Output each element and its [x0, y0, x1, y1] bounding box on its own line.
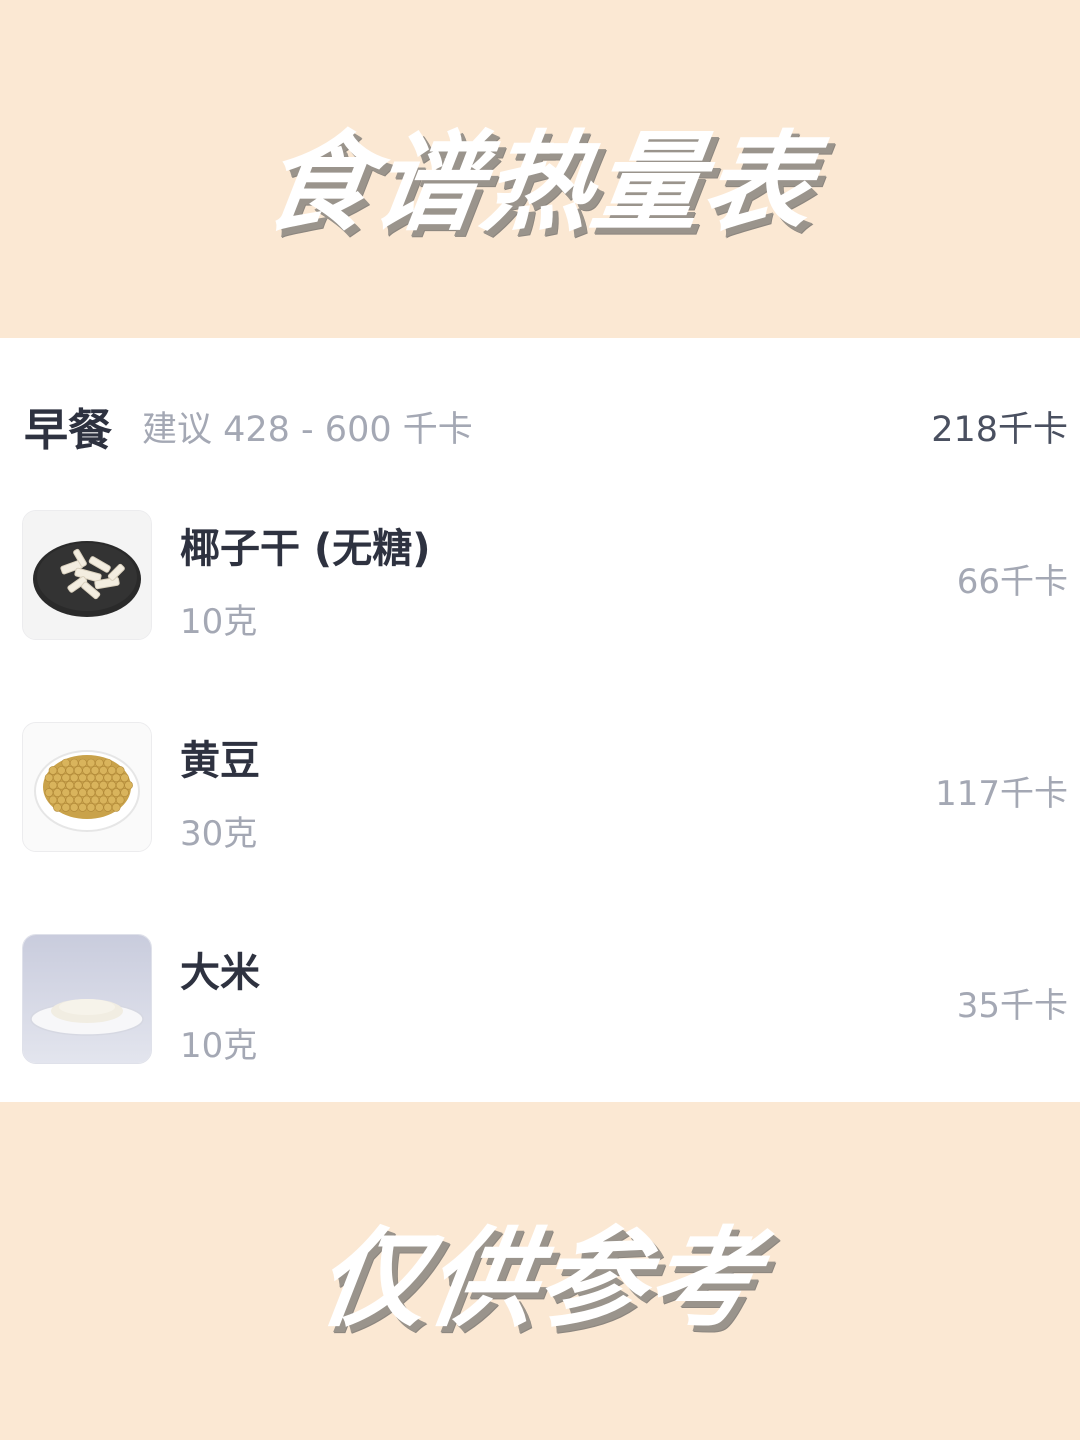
food-name: 黄豆	[180, 738, 260, 784]
soybeans-plate-icon	[22, 722, 152, 852]
food-calories: 35千卡	[956, 986, 1068, 1026]
food-amount: 10克	[180, 602, 258, 642]
food-name: 大米	[180, 950, 260, 996]
meal-name: 早餐	[24, 405, 112, 456]
food-amount: 30克	[180, 814, 258, 854]
top-banner: 食谱热量表	[0, 0, 1080, 338]
meal-total-calories: 218千卡	[931, 409, 1068, 450]
food-amount: 10克	[180, 1026, 258, 1066]
page-title: 食谱热量表	[254, 121, 823, 246]
meal-header: 早餐 建议 428 - 600 千卡 218千卡	[24, 398, 1068, 456]
food-item[interactable]: 黄豆 30克 117千卡	[22, 722, 1068, 854]
bottom-banner: 仅供参考	[0, 1102, 1080, 1440]
food-calories: 66千卡	[956, 562, 1068, 602]
meal-suggestion: 建议 428 - 600 千卡	[142, 409, 473, 450]
food-item[interactable]: 大米 10克 35千卡	[22, 934, 1068, 1066]
food-name: 椰子干 (无糖)	[180, 526, 431, 572]
rice-plate-icon	[22, 934, 152, 1064]
meal-panel: 早餐 建议 428 - 600 千卡 218千卡 椰子干 (无糖) 10克 66…	[0, 338, 1080, 1102]
food-calories: 117千卡	[935, 774, 1068, 814]
footer-note: 仅供参考	[309, 1217, 768, 1342]
dried-coconut-plate-icon	[22, 510, 152, 640]
food-item[interactable]: 椰子干 (无糖) 10克 66千卡	[22, 510, 1068, 642]
